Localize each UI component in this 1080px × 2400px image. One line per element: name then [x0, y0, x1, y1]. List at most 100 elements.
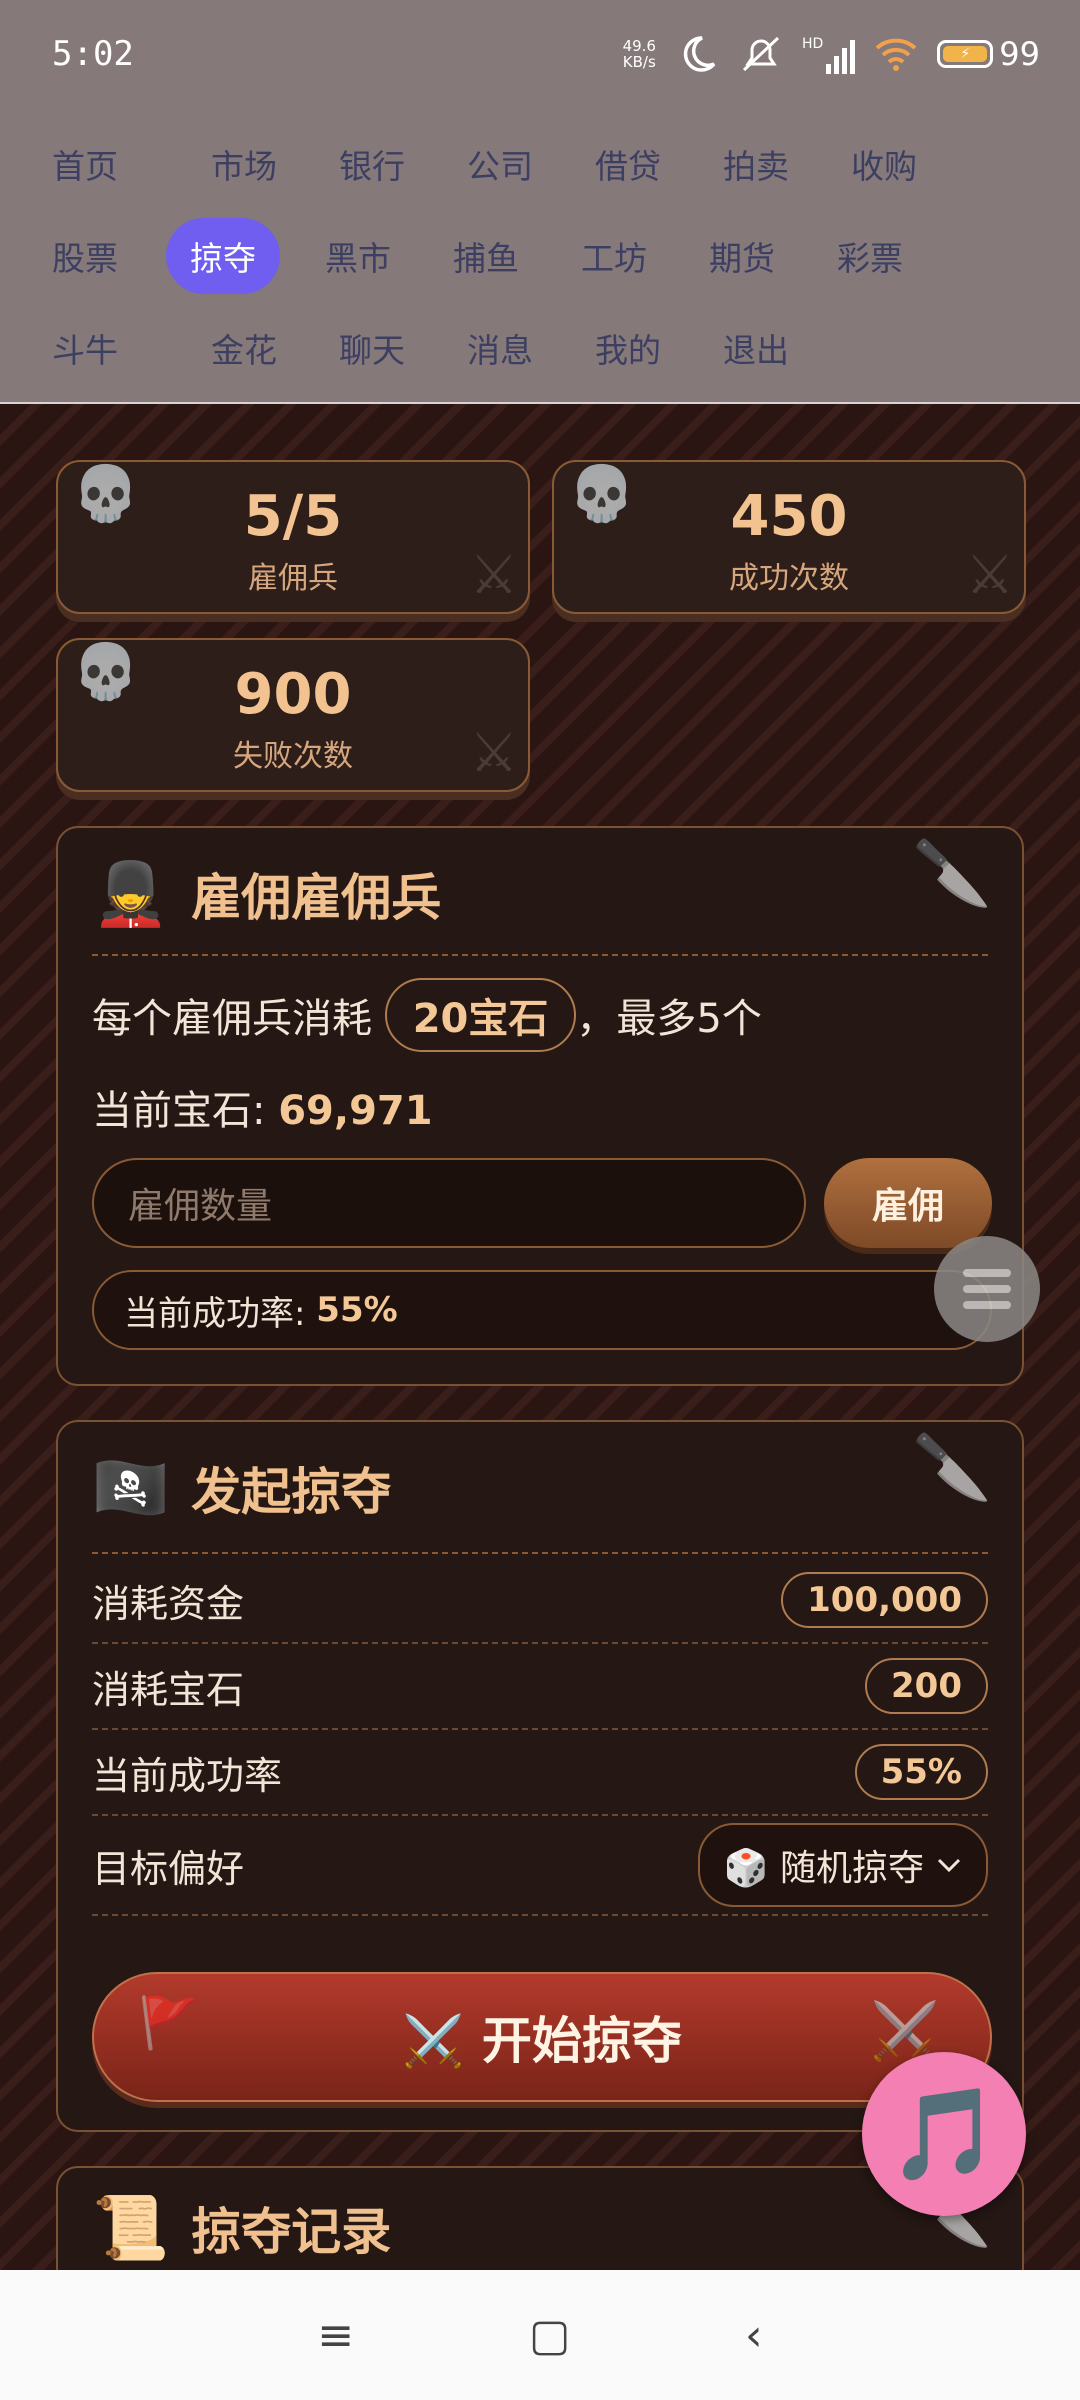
crossed-swords-icon: ⚔	[965, 543, 1014, 606]
nav-item[interactable]: 收购	[820, 126, 948, 202]
crossed-swords-icon: ⚔	[469, 543, 518, 606]
card-header: 📜 掠夺记录	[92, 2192, 391, 2264]
nav-row: 股票 掠夺 黑市 捕鱼 工坊 期货 彩票	[52, 210, 1032, 302]
signal-icon: HD	[801, 34, 856, 74]
floating-menu-button[interactable]	[934, 1236, 1040, 1342]
chevron-down-icon	[937, 1858, 961, 1873]
nav-item[interactable]: 银行	[308, 126, 436, 202]
rate-label: 当前成功率:	[124, 1293, 306, 1334]
row-label: 当前成功率	[92, 1753, 283, 1798]
nav-item[interactable]: 金花	[180, 310, 308, 386]
gems-value: 69,971	[278, 1088, 433, 1134]
stat-mercenaries: 💀 5/5 雇佣兵 ⚔	[56, 460, 530, 614]
hire-mercenary-card: 🔪 💂 雇佣雇佣兵 每个雇佣兵消耗 20宝石 ，最多5个 当前宝石: 69,971…	[56, 826, 1024, 1386]
rate-value: 55%	[316, 1290, 398, 1330]
hd-label: HD	[801, 36, 824, 52]
card-title: 发起掠夺	[191, 1463, 392, 1521]
start-raid-button[interactable]: 🚩 ⚔️ 开始掠夺 ⚔️	[92, 1972, 992, 2102]
status-time: 5:02	[52, 34, 134, 74]
top-panel: 5:02 49.6 KB/s HD ⚡ 99 首页 市场 银行 公司 借贷 拍卖…	[0, 0, 1080, 404]
system-nav-bar: ≡ ▢ ‹	[0, 2270, 1080, 2400]
status-bar: 5:02 49.6 KB/s HD ⚡ 99	[0, 0, 1080, 104]
target-preference-select[interactable]: 🎲 随机掠夺	[697, 1823, 988, 1907]
nav-row: 首页 市场 银行 公司 借贷 拍卖 收购	[52, 118, 1032, 210]
nav-item[interactable]: 借贷	[564, 126, 692, 202]
card-title: 掠夺记录	[191, 2203, 392, 2261]
stat-success-count: 💀 450 成功次数 ⚔	[552, 460, 1026, 614]
nav-item[interactable]: 拍卖	[692, 126, 820, 202]
nav-item[interactable]: 聊天	[308, 310, 436, 386]
stat-label: 雇佣兵	[248, 561, 338, 596]
knife-icon: 🔪	[912, 837, 992, 911]
net-speed-unit: KB/s	[622, 53, 656, 71]
divider	[92, 1552, 988, 1554]
main-nav: 首页 市场 银行 公司 借贷 拍卖 收购 股票 掠夺 黑市 捕鱼 工坊 期货 彩票 斗牛 金花 聊天 消息 我的 退出	[52, 118, 1032, 394]
nav-item[interactable]: 公司	[436, 126, 564, 202]
battery-level: 99	[999, 35, 1040, 73]
status-icons: 49.6 KB/s HD ⚡ 99	[623, 30, 1040, 78]
raid-cost-funds-row: 消耗资金 100,000	[92, 1558, 988, 1644]
knife-icon: 🔪	[912, 1431, 992, 1505]
nav-item[interactable]: 股票	[52, 218, 180, 294]
nav-item[interactable]: 消息	[436, 310, 564, 386]
crossed-swords-icon: ⚔	[469, 721, 518, 784]
main-content: 💀 5/5 雇佣兵 ⚔ 💀 450 成功次数 ⚔ 💀 900 失败次数 ⚔ 🔪 …	[0, 404, 1080, 2366]
nav-item[interactable]: 期货	[678, 218, 806, 294]
target-preference-row: 目标偏好 🎲 随机掠夺	[92, 1816, 988, 1916]
pirate-flag-icon: 🏴‍☠️	[92, 1451, 170, 1524]
nav-item[interactable]: 首页	[52, 126, 180, 202]
row-label: 目标偏好	[92, 1846, 245, 1891]
nav-item[interactable]: 彩票	[806, 218, 934, 294]
nav-item[interactable]: 斗牛	[52, 310, 180, 386]
success-rate-box: 当前成功率: 55%	[92, 1270, 992, 1350]
battery-icon: ⚡	[937, 40, 994, 68]
back-nav-button[interactable]: ‹	[745, 2310, 763, 2361]
raid-cost-gems-row: 消耗宝石 200	[92, 1644, 988, 1730]
card-header: 🏴‍☠️ 发起掠夺	[92, 1452, 391, 1524]
card-title: 雇佣雇佣兵	[191, 869, 442, 927]
skull-icon: 💀	[72, 462, 140, 525]
battery-indicator: ⚡ 99	[937, 35, 1040, 73]
select-value: 🎲 随机掠夺	[723, 1848, 924, 1889]
nav-item[interactable]: 工坊	[550, 218, 678, 294]
music-note-icon[interactable]: 🎵	[862, 2052, 1026, 2216]
row-label: 消耗资金	[92, 1581, 245, 1626]
nav-item[interactable]: 我的	[564, 310, 692, 386]
net-speed: 49.6 KB/s	[623, 38, 656, 70]
current-gems: 当前宝石: 69,971	[92, 1078, 433, 1136]
skull-icon: 💀	[72, 640, 140, 703]
stat-label: 成功次数	[729, 561, 849, 596]
nav-item[interactable]: 捕鱼	[422, 218, 550, 294]
guard-icon: 💂	[92, 857, 170, 930]
raid-success-rate-row: 当前成功率 55%	[92, 1730, 988, 1816]
net-speed-value: 49.6	[622, 37, 656, 55]
stat-fail-count: 💀 900 失败次数 ⚔	[56, 638, 530, 792]
start-raid-card: 🔪 🏴‍☠️ 发起掠夺 消耗资金 100,000 消耗宝石 200 当前成功率 …	[56, 1420, 1024, 2132]
skull-icon: 💀	[568, 462, 636, 525]
card-header: 💂 雇佣雇佣兵	[92, 858, 441, 930]
hire-quantity-input[interactable]: 雇佣数量	[92, 1158, 806, 1248]
gems-label: 当前宝石:	[92, 1088, 279, 1134]
nav-item[interactable]: 退出	[692, 310, 820, 386]
start-raid-label: ⚔️ 开始掠夺	[402, 2012, 682, 2070]
scroll-icon: 📜	[92, 2191, 170, 2264]
nav-item[interactable]: 掠夺	[166, 218, 280, 294]
row-value: 55%	[854, 1744, 988, 1800]
flag-icon: 🚩	[138, 1994, 201, 2052]
nav-row: 斗牛 金花 聊天 消息 我的 退出	[52, 302, 1032, 394]
cost-badge: 20宝石	[384, 978, 577, 1052]
hire-cost-text: 每个雇佣兵消耗 20宝石 ，最多5个	[92, 978, 762, 1052]
nav-item[interactable]: 黑市	[294, 218, 422, 294]
hire-button[interactable]: 雇佣	[824, 1158, 992, 1248]
row-label: 消耗宝石	[92, 1667, 245, 1712]
row-value: 100,000	[781, 1572, 988, 1628]
home-nav-button[interactable]: ▢	[529, 2310, 571, 2361]
app-screen: 5:02 49.6 KB/s HD ⚡ 99 首页 市场 银行 公司 借贷 拍卖…	[0, 0, 1080, 2400]
divider	[92, 954, 988, 956]
menu-nav-button[interactable]: ≡	[317, 2310, 354, 2361]
nav-item[interactable]: 市场	[180, 126, 308, 202]
cost-prefix: 每个雇佣兵消耗	[92, 996, 372, 1042]
wifi-icon	[875, 38, 917, 71]
stat-label: 失败次数	[233, 739, 353, 774]
moon-icon	[683, 36, 716, 72]
